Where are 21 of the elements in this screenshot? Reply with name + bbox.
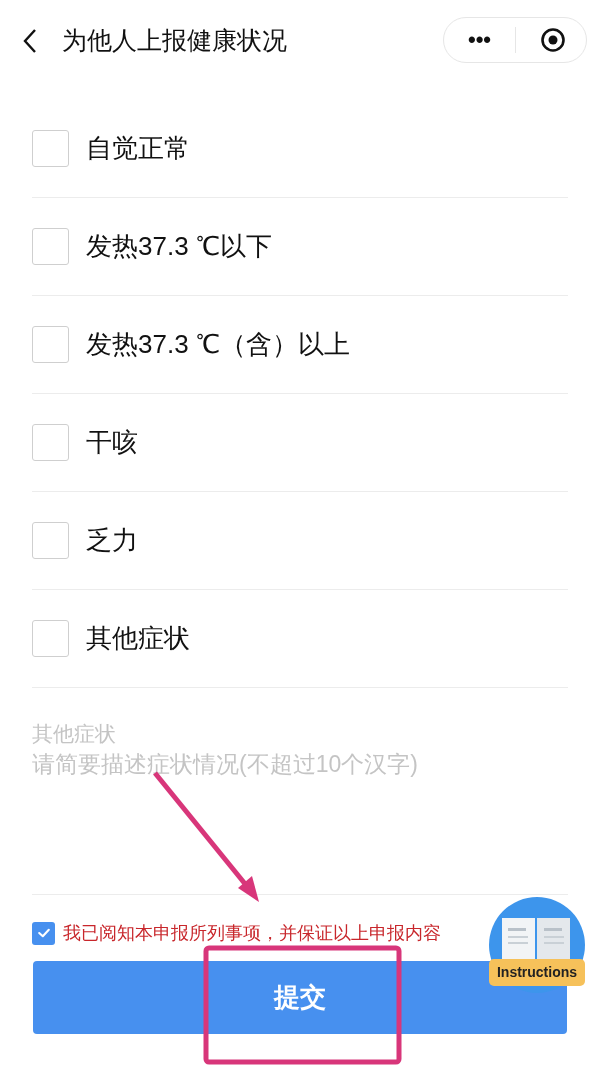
checkbox[interactable] <box>32 921 55 945</box>
instructions-button[interactable]: Instructions <box>489 897 585 993</box>
checkbox[interactable] <box>32 130 69 167</box>
field-label: 其他症状 <box>32 721 117 747</box>
window-title: 为他人上报健康状况 <box>62 25 287 57</box>
option-label: 其他症状 <box>86 622 190 655</box>
close-icon[interactable] <box>540 27 566 53</box>
checkbox[interactable] <box>32 620 69 657</box>
checkbox[interactable] <box>32 228 69 265</box>
option-label: 自觉正常 <box>86 132 190 165</box>
option-label: 发热37.3 ℃以下 <box>86 230 272 263</box>
option-label: 干咳 <box>86 426 138 459</box>
checkbox[interactable] <box>32 326 69 363</box>
checkbox[interactable] <box>32 424 69 461</box>
book-icon <box>500 918 572 962</box>
checkbox[interactable] <box>32 522 69 559</box>
input-field[interactable]: 请简要描述症状情况(不超过10个汉字) <box>32 748 568 878</box>
instructions-label: Instructions <box>489 959 585 986</box>
option-label: 乏力 <box>86 524 138 557</box>
option-label: 发热37.3 ℃（含）以上 <box>86 328 350 361</box>
agreement-text: 我已阅知本申报所列事项，并保证以上申报内容 <box>63 921 441 945</box>
